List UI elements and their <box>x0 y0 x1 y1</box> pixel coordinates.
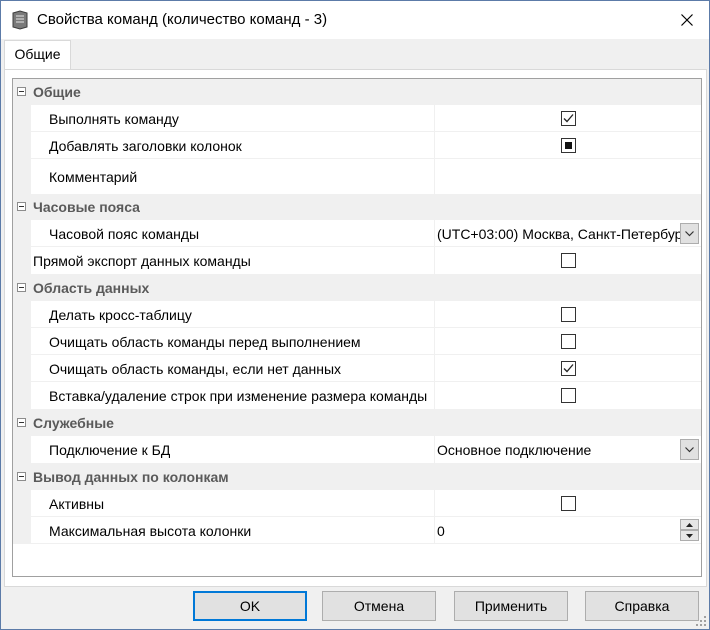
execute-command-checkbox[interactable] <box>561 111 576 126</box>
property-row[interactable]: Выполнять команду <box>13 105 701 132</box>
arrow-down-icon <box>686 533 693 538</box>
add-column-headers-checkbox[interactable] <box>561 138 576 153</box>
clear-if-no-data-checkbox[interactable] <box>561 361 576 376</box>
check-icon <box>563 114 574 123</box>
check-icon <box>563 364 574 373</box>
row-separator <box>31 543 701 544</box>
minus-box-icon[interactable] <box>17 87 26 96</box>
value-clip: (UTC+03:00) Москва, Санкт-Петербург <box>437 220 680 247</box>
close-icon <box>681 14 693 26</box>
tab-bar: Общие <box>1 39 709 70</box>
title-bar[interactable]: Свойства команд (количество команд - 3) <box>1 1 709 39</box>
insert-delete-rows-checkbox[interactable] <box>561 388 576 403</box>
apply-button[interactable]: Применить <box>454 591 568 621</box>
property-row[interactable]: Очищать область команды, если нет данных <box>13 355 701 382</box>
minus-box-icon[interactable] <box>17 472 26 481</box>
property-row[interactable]: Вставка/удаление строк при изменение раз… <box>13 382 701 409</box>
property-row[interactable]: Очищать область команды перед выполнение… <box>13 328 701 355</box>
app-icon <box>12 10 28 30</box>
help-button[interactable]: Справка <box>585 591 699 621</box>
db-connection-value[interactable]: Основное подключение <box>437 442 591 458</box>
db-connection-dropdown-button[interactable] <box>680 439 699 460</box>
clear-before-run-checkbox[interactable] <box>561 334 576 349</box>
column-divider <box>434 247 435 274</box>
indeterminate-mark <box>565 142 572 149</box>
property-label: Прямой экспорт данных команды <box>33 253 251 269</box>
property-row[interactable]: Делать кросс-таблицу <box>13 301 701 328</box>
category-service[interactable]: Служебные <box>13 409 701 436</box>
max-column-height-input[interactable]: 0 <box>437 523 445 539</box>
timezone-value[interactable]: (UTC+03:00) Москва, Санкт-Петербург <box>437 226 680 242</box>
column-divider <box>434 517 435 544</box>
property-label: Делать кросс-таблицу <box>49 307 192 323</box>
category-label: Область данных <box>33 280 150 296</box>
column-divider <box>434 105 435 132</box>
window-title: Свойства команд (количество команд - 3) <box>37 11 328 28</box>
column-divider <box>434 132 435 159</box>
property-row[interactable]: Часовой пояс команды (UTC+03:00) Москва,… <box>13 220 701 247</box>
property-row[interactable]: Прямой экспорт данных команды <box>13 247 701 274</box>
category-label: Служебные <box>33 415 114 431</box>
minus-box-icon[interactable] <box>17 418 26 427</box>
category-data-area[interactable]: Область данных <box>13 274 701 301</box>
direct-export-checkbox[interactable] <box>561 253 576 268</box>
close-button[interactable] <box>665 1 709 39</box>
cancel-button[interactable]: Отмена <box>322 591 436 621</box>
category-label: Часовые пояса <box>33 199 140 215</box>
category-label: Вывод данных по колонкам <box>33 469 229 485</box>
property-label: Подключение к БД <box>49 442 171 458</box>
property-row[interactable]: Комментарий <box>13 159 701 194</box>
property-grid: Общие Выполнять команду Добавлять заголо… <box>12 78 702 577</box>
timezone-dropdown-button[interactable] <box>680 223 699 244</box>
arrow-up-icon <box>686 522 693 527</box>
property-row[interactable]: Активны <box>13 490 701 517</box>
column-divider <box>434 159 435 194</box>
column-divider <box>434 490 435 517</box>
chevron-down-icon <box>685 446 694 452</box>
property-label: Вставка/удаление строк при изменение раз… <box>49 388 428 404</box>
spin-down-button[interactable] <box>680 530 699 541</box>
property-label: Очищать область команды, если нет данных <box>49 361 342 377</box>
column-divider <box>434 382 435 409</box>
spin-up-button[interactable] <box>680 519 699 530</box>
active-checkbox[interactable] <box>561 496 576 511</box>
property-row[interactable]: Подключение к БД Основное подключение <box>13 436 701 463</box>
minus-box-icon[interactable] <box>17 202 26 211</box>
cross-table-checkbox[interactable] <box>561 307 576 322</box>
ok-button[interactable]: OK <box>193 591 307 621</box>
tab-general[interactable]: Общие <box>4 40 71 70</box>
column-divider <box>434 328 435 355</box>
category-column-output[interactable]: Вывод данных по колонкам <box>13 463 701 490</box>
property-row[interactable]: Максимальная высота колонки 0 <box>13 517 701 544</box>
resize-grip-icon[interactable] <box>695 615 707 627</box>
max-column-height-spinner <box>680 519 699 541</box>
category-label: Общие <box>33 84 81 100</box>
tab-panel: Общие Выполнять команду Добавлять заголо… <box>4 69 707 587</box>
category-general[interactable]: Общие <box>13 79 701 105</box>
category-timezones[interactable]: Часовые пояса <box>13 194 701 220</box>
property-label: Комментарий <box>49 169 138 185</box>
property-label: Выполнять команду <box>49 111 179 127</box>
column-divider <box>434 436 435 463</box>
chevron-down-icon <box>685 230 694 236</box>
property-label: Добавлять заголовки колонок <box>49 138 242 154</box>
column-divider <box>434 301 435 328</box>
property-label: Максимальная высота колонки <box>49 523 252 539</box>
property-row[interactable]: Добавлять заголовки колонок <box>13 132 701 159</box>
column-divider <box>434 220 435 247</box>
property-label: Активны <box>49 496 105 512</box>
dialog-window: Свойства команд (количество команд - 3) … <box>0 0 710 630</box>
column-divider <box>434 355 435 382</box>
minus-box-icon[interactable] <box>17 283 26 292</box>
property-label: Часовой пояс команды <box>49 226 200 242</box>
property-label: Очищать область команды перед выполнение… <box>49 334 361 350</box>
